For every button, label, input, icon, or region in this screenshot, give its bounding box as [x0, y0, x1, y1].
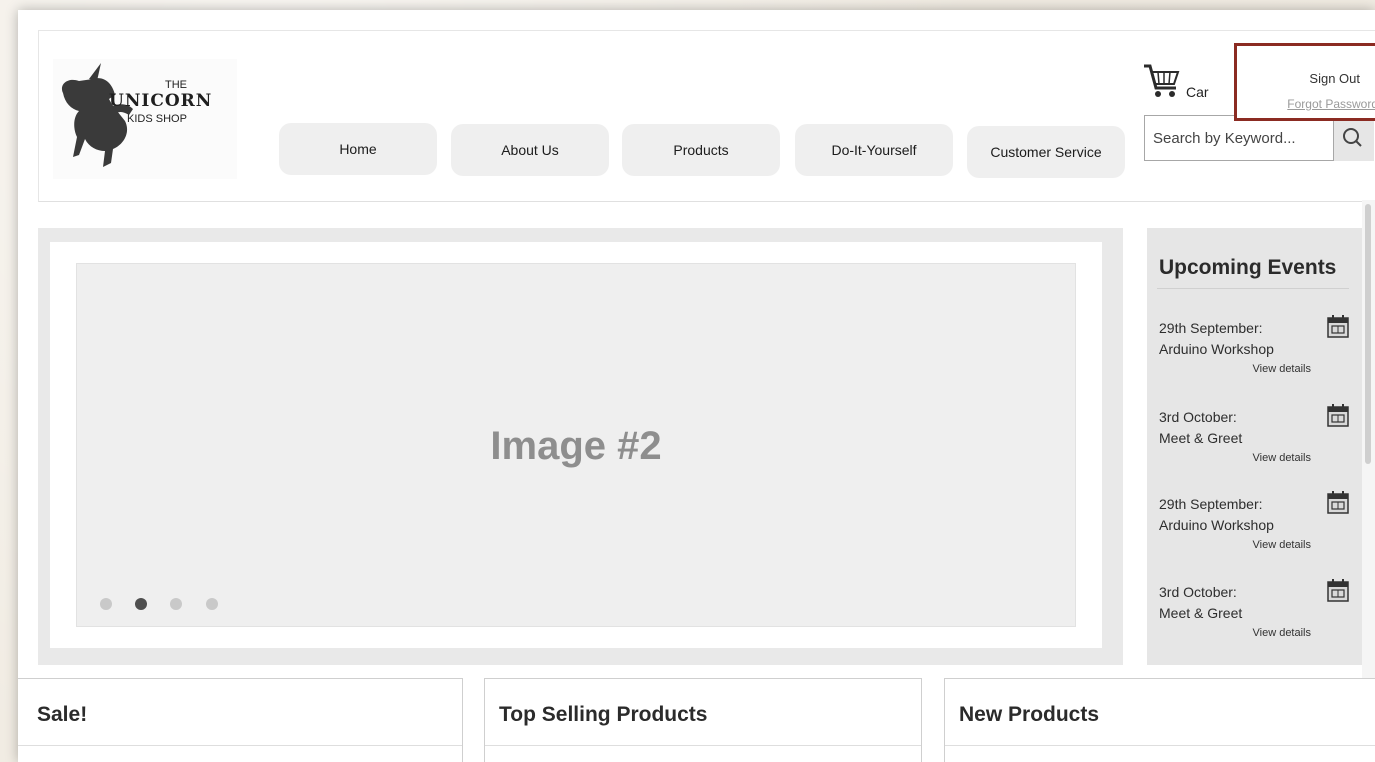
event-view-details-link[interactable]: View details	[1253, 539, 1312, 551]
event-view-details-link[interactable]: View details	[1253, 452, 1312, 464]
nav-customer-service[interactable]: Customer Service	[967, 126, 1125, 178]
hero-frame: Image #2	[50, 242, 1102, 648]
panel-divider	[18, 745, 462, 746]
carousel-dot-2[interactable]	[135, 598, 147, 610]
event-name: Meet & Greet	[1159, 430, 1243, 446]
sign-out-link[interactable]: Sign Out	[1309, 71, 1360, 86]
events-divider	[1157, 288, 1349, 289]
top-selling-panel-title: Top Selling Products	[499, 703, 708, 726]
upcoming-events-panel: Upcoming Events 29th September: Arduino …	[1147, 228, 1362, 665]
cart-label[interactable]: Car	[1186, 84, 1209, 100]
calendar-icon[interactable]	[1327, 578, 1349, 602]
cart-icon	[1144, 64, 1180, 97]
nav-about-us[interactable]: About Us	[451, 124, 609, 176]
page-frame: THE UNICORN KIDS SHOP Home About Us Prod…	[18, 10, 1375, 762]
hero-slide-label: Image #2	[490, 424, 662, 468]
logo-the-text: THE	[165, 79, 187, 91]
hero-carousel: Image #2	[38, 228, 1123, 665]
event-item: 29th September: Arduino Workshop View de…	[1159, 315, 1349, 390]
events-title: Upcoming Events	[1159, 256, 1337, 279]
carousel-dot-1[interactable]	[100, 598, 112, 610]
calendar-icon[interactable]	[1327, 490, 1349, 514]
event-date: 3rd October:	[1159, 584, 1237, 600]
event-name: Arduino Workshop	[1159, 341, 1274, 357]
event-date: 29th September:	[1159, 320, 1263, 336]
event-item: 3rd October: Meet & Greet View details	[1159, 579, 1349, 654]
event-date: 29th September:	[1159, 496, 1263, 512]
event-item: 29th September: Arduino Workshop View de…	[1159, 491, 1349, 566]
event-item: 3rd October: Meet & Greet View details	[1159, 404, 1349, 479]
site-logo[interactable]: THE UNICORN KIDS SHOP	[53, 59, 237, 179]
panel-divider	[945, 745, 1375, 746]
hero-slide-image[interactable]: Image #2	[76, 263, 1076, 627]
carousel-dot-4[interactable]	[206, 598, 218, 610]
logo-kids-text: KIDS SHOP	[127, 113, 187, 125]
sale-panel-title: Sale!	[37, 703, 88, 726]
nav-home[interactable]: Home	[279, 123, 437, 175]
search-button[interactable]	[1334, 115, 1374, 161]
account-links-box: Sign Out Forgot Password	[1234, 43, 1375, 121]
event-name: Arduino Workshop	[1159, 517, 1274, 533]
carousel-dot-3[interactable]	[170, 598, 182, 610]
new-products-panel-title: New Products	[959, 703, 1100, 726]
logo-unicorn-text: UNICORN	[109, 91, 213, 111]
scrollbar-thumb[interactable]	[1365, 204, 1371, 464]
event-date: 3rd October:	[1159, 409, 1237, 425]
calendar-icon[interactable]	[1327, 314, 1349, 338]
top-selling-panel: Top Selling Products	[484, 678, 922, 762]
event-view-details-link[interactable]: View details	[1253, 363, 1312, 375]
search-input[interactable]: Search by Keyword...	[1144, 115, 1334, 161]
cart-button[interactable]	[1142, 62, 1182, 107]
nav-products[interactable]: Products	[622, 124, 780, 176]
search-icon	[1343, 128, 1362, 147]
event-view-details-link[interactable]: View details	[1253, 627, 1312, 639]
nav-do-it-yourself[interactable]: Do-It-Yourself	[795, 124, 953, 176]
calendar-icon[interactable]	[1327, 403, 1349, 427]
event-name: Meet & Greet	[1159, 605, 1243, 621]
panel-divider	[485, 745, 921, 746]
forgot-password-link[interactable]: Forgot Password	[1287, 97, 1375, 111]
sale-panel: Sale!	[18, 678, 463, 762]
new-products-panel: New Products	[944, 678, 1375, 762]
